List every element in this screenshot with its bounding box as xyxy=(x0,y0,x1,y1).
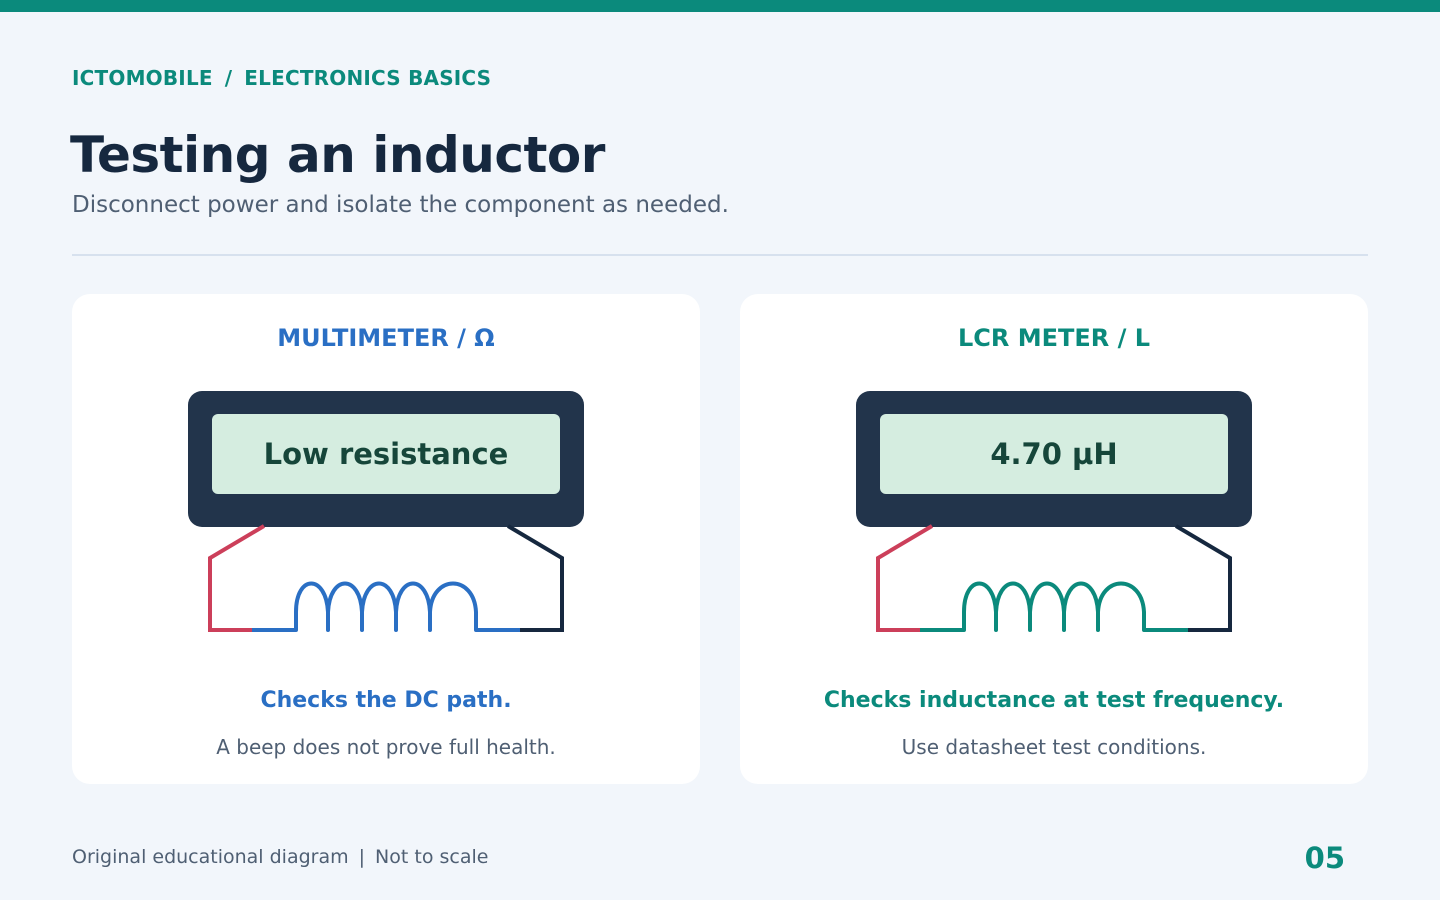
footer-scale-note: Not to scale xyxy=(375,846,489,868)
breadcrumb-separator: / xyxy=(224,66,233,90)
breadcrumb-site: ICTOMOBILE xyxy=(72,66,213,90)
lcr-meter-caption: Checks inductance at test frequency. xyxy=(823,688,1285,713)
black-test-lead xyxy=(1174,524,1232,632)
inductor-coil xyxy=(920,581,1188,632)
inductor-coil xyxy=(252,581,520,632)
page-number: 05 xyxy=(1304,841,1345,875)
page-title: Testing an inductor xyxy=(70,126,605,184)
multimeter-note: A beep does not prove full health. xyxy=(216,735,556,759)
page-subtitle: Disconnect power and isolate the compone… xyxy=(72,192,729,218)
footer-source: Original educational diagram xyxy=(72,846,349,868)
top-accent-bar xyxy=(0,0,1440,12)
lcr-meter-panel: LCR METER / L 4.70 µH Checks inductance … xyxy=(740,294,1368,784)
header-divider xyxy=(72,254,1368,256)
breadcrumb: ICTOMOBILE / ELECTRONICS BASICS xyxy=(72,66,491,90)
breadcrumb-section: ELECTRONICS BASICS xyxy=(244,66,492,90)
multimeter-panel: MULTIMETER / Ω Low resistance Checks the… xyxy=(72,294,700,784)
footer-note: Original educational diagram | Not to scal… xyxy=(72,846,488,868)
lcr-meter-note: Use datasheet test conditions. xyxy=(901,735,1207,759)
footer-separator: | xyxy=(358,846,366,868)
multimeter-caption: Checks the DC path. xyxy=(260,688,512,713)
red-test-lead xyxy=(208,524,266,632)
red-test-lead xyxy=(876,524,934,632)
black-test-lead xyxy=(506,524,564,632)
